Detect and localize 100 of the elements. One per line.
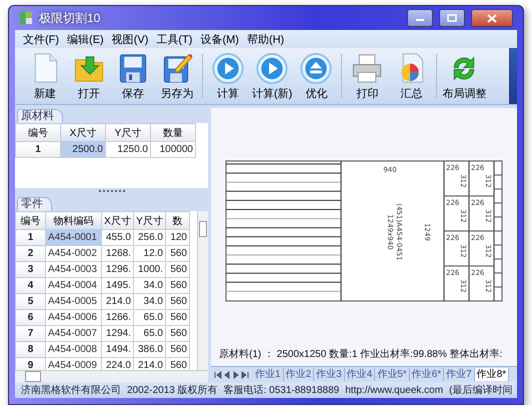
toolbar-button[interactable]: 新建 [23,48,67,104]
toolbar-button[interactable]: 计算 [206,48,250,104]
row-number: 3 [16,262,46,278]
column-header[interactable]: 物料编码 [46,212,102,230]
last-page-icon[interactable] [241,370,249,378]
previous-icon[interactable] [223,370,231,378]
sheet-tab[interactable]: 作业4 [344,368,376,381]
table-cell: 12.0 [134,246,166,262]
app-icon [19,11,33,25]
row-number: 5 [16,294,46,310]
column-header[interactable]: 编号 [16,212,46,230]
toolbar-button[interactable]: 打开 [67,48,111,104]
menu-item[interactable]: 工具(T) [154,32,194,46]
table-cell: 1000. [134,262,166,278]
toolbar-button[interactable]: 保存 [111,48,155,104]
close-icon[interactable] [471,9,513,27]
table-cell: 1494. [102,342,134,358]
sheet-tab[interactable]: 作业6* [410,368,444,381]
row-number: 9 [16,358,46,370]
play-icon [210,51,246,86]
status-text: 客服电话: 0531-88918889 [224,384,340,397]
column-header[interactable]: 数量 [150,124,196,142]
table-cell: 100000 [150,142,196,158]
table-cell: 386.0 [134,342,166,358]
minimize-icon[interactable] [407,9,433,27]
column-header[interactable]: X尺寸 [60,124,106,142]
panel-tab[interactable]: 零件 [17,197,52,211]
column-header[interactable]: Y尺寸 [106,124,150,142]
splitter-handle[interactable] [98,190,124,194]
table-cell: A454-0002 [46,246,102,262]
menu-item[interactable]: 文件(F) [21,32,62,46]
menu-item[interactable]: 编辑(E) [65,32,106,46]
row-number: 7 [16,326,46,342]
table-cell: 1294. [102,326,134,342]
row-number: 1 [16,230,46,246]
next-icon[interactable] [232,370,240,378]
table-cell: 560 [166,326,190,342]
table-cell: 560 [166,246,190,262]
table-cell: 65.0 [134,326,166,342]
toolbar-button[interactable]: 布局调整 [440,48,488,104]
table-cell: A454-0005 [46,294,102,310]
table-cell: 256.0 [134,230,166,246]
menu-item[interactable]: 设备(M) [198,32,241,46]
toolbar-button[interactable]: 打印 [345,48,390,104]
table-cell: A454-0006 [46,310,102,326]
status-text: http://www.queek.com [345,384,444,396]
table-cell: A454-0008 [46,342,102,358]
table-cell: 560 [166,342,190,358]
status-text: 济南黑格软件有限公司 [21,384,121,397]
play-icon [254,51,290,86]
vertical-scrollbar[interactable] [197,211,208,370]
table-cell: A454-0004 [46,278,102,294]
table-cell: 560 [166,294,190,310]
first-page-icon[interactable] [214,370,222,378]
table-cell: 2500.0 [60,142,106,158]
table-cell: 1266. [102,310,134,326]
sheet-tab[interactable]: 作业3 [314,368,345,381]
sheet-tab[interactable]: 作业1 [253,368,284,381]
toolbar-button[interactable]: 另存为 [155,48,199,104]
table-cell: 560 [166,262,190,278]
horizontal-scrollbar[interactable] [15,370,208,382]
sheet-tab[interactable]: 作业8* [474,368,510,381]
row-number: 4 [16,278,46,294]
sheet-tab[interactable]: 作业2 [284,368,314,381]
column-header[interactable]: X尺寸 [102,212,134,230]
column-header[interactable]: Y尺寸 [134,212,166,230]
table-cell: 34.0 [134,294,166,310]
row-number: 8 [16,342,46,358]
maximize-icon[interactable] [439,9,465,27]
table-cell: 1250.0 [106,142,150,158]
table-cell: A454-0001 [46,230,102,246]
row-number: 2 [16,246,46,262]
menu-item[interactable]: 视图(V) [110,32,150,46]
table-cell: 455.0 [102,230,134,246]
table-cell: 1296. [102,262,134,278]
toolbar-button[interactable]: 优化 [294,48,338,104]
toolbar-overflow-handle[interactable] [509,48,517,104]
menu-item[interactable]: 帮助(H) [244,32,286,46]
table-cell: 120 [166,230,190,246]
column-header[interactable]: 数 [166,212,190,230]
window-title: 极限切割10 [39,10,100,26]
sheet-tab[interactable]: 作业5* [375,368,410,381]
summary-text: 原材料(1) ： 2500x1250 数量:1 作业出材率:99.88% 整体出材率: [219,348,502,361]
column-header[interactable]: 编号 [16,124,60,142]
panel-tab[interactable]: 原材料 [17,109,63,123]
table-cell: 214.0 [102,294,134,310]
toolbar-button[interactable]: 计算(新) [250,48,294,104]
table-cell: 34.0 [134,278,166,294]
table-cell: 65.0 [134,310,166,326]
toolbar-button[interactable]: 汇总 [389,48,434,104]
row-number: 1 [16,142,60,158]
table-cell: A454-0003 [46,262,102,278]
eject-icon [298,51,334,86]
table-cell: 560 [166,278,190,294]
table-cell: A454-0007 [46,326,102,342]
row-number: 6 [16,310,46,326]
table-cell: 1268. [102,246,134,262]
status-text: (最后编译时间 [449,384,512,397]
status-text: 2002-2013 版权所有 [127,384,218,397]
table-cell: 1495. [102,278,134,294]
